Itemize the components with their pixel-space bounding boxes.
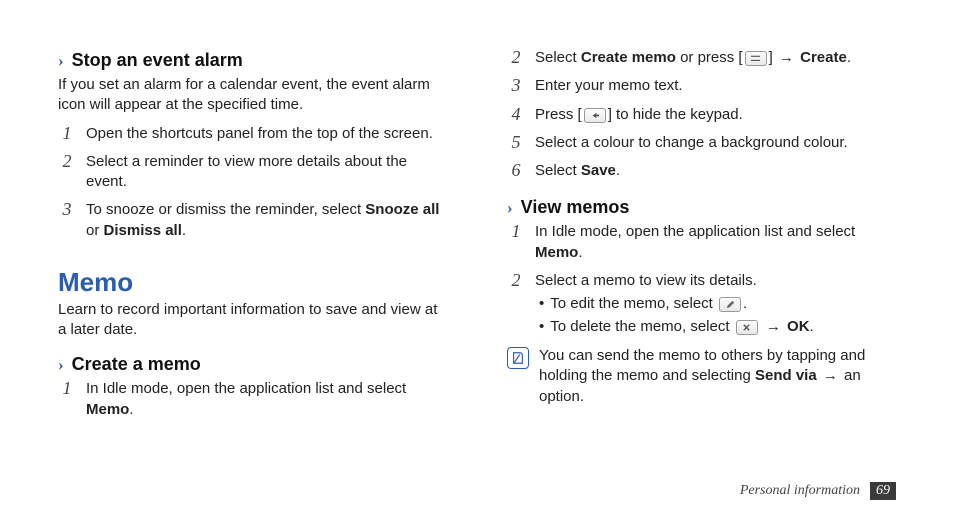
menu-icon [745,51,767,66]
t: . [129,401,133,418]
arrow: → [760,318,787,335]
bold: Send via [755,367,817,384]
step: 1 In Idle mode, open the application lis… [58,379,447,420]
heading-text: View memos [521,197,630,218]
t: To snooze or dismiss the reminder, selec… [86,201,365,218]
stop-alarm-heading: › Stop an event alarm [58,50,447,71]
heading-text: Stop an event alarm [72,50,243,71]
step-text: Select a colour to change a background c… [535,133,896,153]
t: In Idle mode, open the application list … [86,380,406,397]
bold: Memo [535,244,578,261]
create-memo-steps-cont: 2 Select Create memo or press [] → Creat… [507,48,896,181]
step-text: Select Save. [535,161,896,181]
bullet-text: To edit the memo, select . [550,293,747,316]
t: . [578,244,582,261]
bullet: • To edit the memo, select . [539,293,896,316]
note-icon [507,347,529,369]
stop-alarm-steps: 1 Open the shortcuts panel from the top … [58,124,447,241]
step-text: Enter your memo text. [535,76,896,96]
step-text: To snooze or dismiss the reminder, selec… [86,200,447,241]
step: 1 In Idle mode, open the application lis… [507,222,896,263]
t: . [847,49,851,66]
left-column: › Stop an event alarm If you set an alar… [58,44,447,464]
step-number: 3 [507,76,525,96]
pencil-icon [719,297,741,312]
bullet: • To delete the memo, select → OK. [539,316,896,339]
t: . [743,295,747,312]
bold: Memo [86,401,129,418]
t: or press [ [676,49,743,66]
memo-title: Memo [58,267,447,298]
t: To delete the memo, select [550,318,733,335]
step-number: 1 [507,222,525,242]
note-text: You can send the memo to others by tappi… [539,346,896,407]
bullet-dot: • [539,316,544,339]
step-text: Select Create memo or press [] → Create. [535,48,896,68]
chevron-icon: › [58,52,64,69]
step-number: 2 [507,271,525,291]
bold: Dismiss all [104,222,182,239]
t: In Idle mode, open the application list … [535,223,855,240]
bullet-dot: • [539,293,544,316]
step: 3 To snooze or dismiss the reminder, sel… [58,200,447,241]
right-column: 2 Select Create memo or press [] → Creat… [507,44,896,464]
t: . [810,318,814,335]
heading-text: Create a memo [72,354,201,375]
bold: Create memo [581,49,676,66]
bold: Save [581,162,616,179]
step-text: Select a reminder to view more details a… [86,152,447,193]
step-number: 3 [58,200,76,220]
step: 1 Open the shortcuts panel from the top … [58,124,447,144]
step: 6 Select Save. [507,161,896,181]
step-number: 1 [58,379,76,399]
step: 3 Enter your memo text. [507,76,896,96]
step: 5 Select a colour to change a background… [507,133,896,153]
step: 2 Select a reminder to view more details… [58,152,447,193]
arrow: → [817,367,844,384]
chevron-icon: › [507,199,513,216]
t: To edit the memo, select [550,295,717,312]
t: Press [ [535,106,582,123]
step-number: 6 [507,161,525,181]
bullet-text: To delete the memo, select → OK. [550,316,813,339]
t: Select [535,162,581,179]
step-text: In Idle mode, open the application list … [535,222,896,263]
t: or [86,222,104,239]
step-text: Press [ ] to hide the keypad. [535,105,896,125]
chevron-icon: › [58,356,64,373]
stop-alarm-intro: If you set an alarm for a calendar event… [58,75,447,116]
t: . [182,222,186,239]
t: ] to hide the keypad. [608,106,743,123]
t: Select a memo to view its details. [535,272,757,289]
note-block: You can send the memo to others by tappi… [507,346,896,407]
step-number: 2 [58,152,76,172]
create-memo-steps: 1 In Idle mode, open the application lis… [58,379,447,420]
bullets: • To edit the memo, select . • To delete… [539,293,896,338]
footer-section: Personal information [740,483,860,499]
step-number: 4 [507,105,525,125]
view-memos-heading: › View memos [507,197,896,218]
arrow: → [773,49,800,66]
step-number: 5 [507,133,525,153]
back-icon [584,108,606,123]
close-icon [736,320,758,335]
t: . [616,162,620,179]
memo-intro: Learn to record important information to… [58,300,447,341]
bold: Snooze all [365,201,439,218]
step-number: 2 [507,48,525,68]
bold: OK [787,318,810,335]
bold: Create [800,49,847,66]
t: Select [535,49,581,66]
step-text: Open the shortcuts panel from the top of… [86,124,447,144]
create-memo-heading: › Create a memo [58,354,447,375]
step-number: 1 [58,124,76,144]
step: 2 Select Create memo or press [] → Creat… [507,48,896,68]
view-memos-steps: 1 In Idle mode, open the application lis… [507,222,896,338]
step-text: In Idle mode, open the application list … [86,379,447,420]
page-number: 69 [870,482,896,500]
page-footer: Personal information 69 [740,482,896,500]
step-text: Select a memo to view its details. • To … [535,271,896,338]
step: 4 Press [ ] to hide the keypad. [507,105,896,125]
step: 2 Select a memo to view its details. • T… [507,271,896,338]
